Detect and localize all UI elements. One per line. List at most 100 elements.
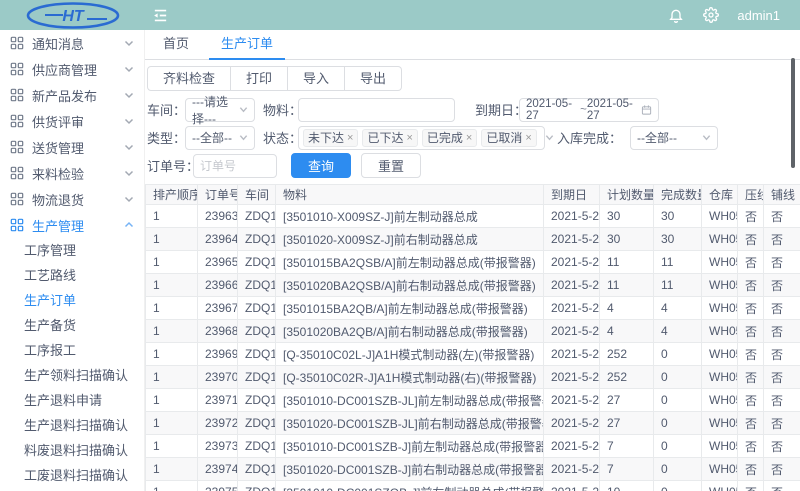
material-label: 物料：: [263, 100, 298, 119]
filter-row-2: 类型： --全部-- 状态： 未下达×已下达×已完成×已取消× 入库完成： --…: [147, 125, 800, 150]
sidebar-item-production-stock[interactable]: 生产备货: [0, 313, 144, 338]
sidebar-item-supplier-management[interactable]: 供应商管理: [0, 56, 144, 82]
table-cell: 30: [654, 228, 702, 251]
status-multiselect[interactable]: 未下达×已下达× 已完成×已取消×: [298, 126, 545, 150]
orders-table: 排产顺序订单号车间物料到期日计划数量完成数量仓库压线铺线 123963ZDQ13…: [145, 184, 800, 491]
tag-remove-icon[interactable]: ×: [406, 132, 412, 144]
sidebar-item-delivery-management[interactable]: 送货管理: [0, 134, 144, 160]
warehouse-done-select[interactable]: --全部--: [630, 126, 718, 150]
sidebar-item-supply-review[interactable]: 供货评审: [0, 108, 144, 134]
status-tag[interactable]: 已下达×: [362, 129, 417, 147]
sidebar-item-notices[interactable]: 通知消息: [0, 30, 144, 56]
tab-production-orders[interactable]: 生产订单: [205, 29, 289, 59]
due-date-label: 到期日：: [475, 100, 519, 119]
table-cell: 否: [764, 481, 800, 491]
material-check-button[interactable]: 齐料检查: [147, 66, 231, 91]
sidebar-item-process-route[interactable]: 工艺路线: [0, 263, 144, 288]
material-input[interactable]: [298, 98, 455, 122]
due-date-range-input[interactable]: 2021-05-27 ~ 2021-05-27: [519, 98, 659, 122]
table-cell: 否: [764, 297, 800, 320]
reset-button[interactable]: 重置: [361, 153, 421, 178]
chevron-down-icon: [239, 105, 248, 114]
table-row[interactable]: 123974ZDQ13[3501020-DC001SZB-J]前右制动器总成(带…: [146, 458, 800, 481]
table-cell: ZDQ13: [238, 481, 276, 491]
sidebar-item-production-picking-scan-confirm[interactable]: 生产领料扫描确认: [0, 363, 144, 388]
table-row[interactable]: 123966ZDQ13[3501020BA2QSB/A]前右制动器总成(带报警器…: [146, 274, 800, 297]
table-cell: 否: [764, 228, 800, 251]
table-cell: 4: [600, 297, 654, 320]
order-no-input[interactable]: [193, 154, 277, 178]
type-select[interactable]: --全部--: [185, 126, 255, 150]
status-tag[interactable]: 已取消×: [481, 129, 536, 147]
sidebar-item-process-management[interactable]: 工序管理: [0, 238, 144, 263]
tag-remove-icon[interactable]: ×: [525, 132, 531, 144]
workshop-label: 车间：: [147, 100, 185, 119]
chevron-down-icon: [545, 133, 554, 142]
filter-panel: 车间： ---请选择--- 物料： 到期日： 2021-05-27 ~ 2021…: [145, 97, 800, 181]
sidebar-item-new-product-release[interactable]: 新产品发布: [0, 82, 144, 108]
sidebar-item-production-orders[interactable]: 生产订单: [0, 288, 144, 313]
print-button[interactable]: 打印: [231, 66, 288, 91]
table-cell: 1: [146, 481, 198, 491]
table-row[interactable]: 123964ZDQ13[3501020-X009SZ-J]前右制动器总成2021…: [146, 228, 800, 251]
search-button[interactable]: 查询: [291, 153, 351, 178]
grid-icon: [10, 166, 24, 180]
table-row[interactable]: 123968ZDQ13[3501020BA2QB/A]前右制动器总成(带报警器)…: [146, 320, 800, 343]
sidebar-item-production-return-scan-confirm[interactable]: 生产退料扫描确认: [0, 413, 144, 438]
status-tag[interactable]: 未下达×: [303, 129, 358, 147]
table-cell: [Q-35010C02L-J]A1H模式制动器(左)(带报警器): [276, 343, 544, 366]
table-cell: 7: [600, 458, 654, 481]
status-tag[interactable]: 已完成×: [422, 129, 477, 147]
table-row[interactable]: 123975ZDQ13[3501010-DC001SZQB-J]前左制动器总成(…: [146, 481, 800, 491]
current-user[interactable]: admin1: [737, 8, 780, 23]
table-cell: 否: [738, 228, 764, 251]
table-row[interactable]: 123967ZDQ13[3501015BA2QB/A]前左制动器总成(带报警器)…: [146, 297, 800, 320]
vertical-scrollbar-thumb[interactable]: [791, 58, 795, 168]
table-cell: ZDQ13: [238, 366, 276, 389]
sidebar-item-logistics-returns[interactable]: 物流退货: [0, 186, 144, 212]
table-cell: 1: [146, 251, 198, 274]
table-row[interactable]: 123972ZDQ13[3501020-DC001SZB-JL]前右制动器总成(…: [146, 412, 800, 435]
table-cell: 否: [738, 435, 764, 458]
column-header: 排产顺序: [146, 185, 198, 205]
table-cell: ZDQ13: [238, 389, 276, 412]
tab-home[interactable]: 首页: [147, 29, 205, 59]
table-row[interactable]: 123965ZDQ13[3501015BA2QSB/A]前左制动器总成(带报警器…: [146, 251, 800, 274]
export-button[interactable]: 导出: [345, 66, 402, 91]
workshop-select[interactable]: ---请选择---: [185, 98, 255, 122]
sidebar-item-production-return-request[interactable]: 生产退料申请: [0, 388, 144, 413]
collapse-menu-icon[interactable]: [145, 0, 175, 30]
column-header: 完成数量: [654, 185, 702, 205]
sidebar-item-incoming-inspection[interactable]: 来料检验: [0, 160, 144, 186]
table-cell: 否: [738, 366, 764, 389]
tag-remove-icon[interactable]: ×: [466, 132, 472, 144]
bell-icon[interactable]: [667, 7, 684, 24]
table-cell: 30: [654, 205, 702, 228]
column-header: 物料: [276, 185, 544, 205]
table-cell: ZDQ13: [238, 251, 276, 274]
chevron-down-icon: [124, 142, 134, 152]
table-cell: 1: [146, 389, 198, 412]
table-row[interactable]: 123963ZDQ13[3501010-X009SZ-J]前左制动器总成2021…: [146, 205, 800, 228]
column-header: 车间: [238, 185, 276, 205]
table-row[interactable]: 123970ZDQ13[Q-35010C02R-J]A1H模式制动器(右)(带报…: [146, 366, 800, 389]
sidebar-item-process-scrap-return-scan-confirm[interactable]: 工废退料扫描确认: [0, 463, 144, 488]
table-row[interactable]: 123969ZDQ13[Q-35010C02L-J]A1H模式制动器(左)(带报…: [146, 343, 800, 366]
table-row[interactable]: 123971ZDQ13[3501010-DC001SZB-JL]前左制动器总成(…: [146, 389, 800, 412]
table-cell: 否: [764, 320, 800, 343]
sidebar-item-material-scrap-return-scan-confirm[interactable]: 料废退料扫描确认: [0, 438, 144, 463]
sidebar-item-process-reporting[interactable]: 工序报工: [0, 338, 144, 363]
orders-table-container: 排产顺序订单号车间物料到期日计划数量完成数量仓库压线铺线 123963ZDQ13…: [145, 184, 800, 491]
chevron-down-icon: [239, 133, 248, 142]
table-cell: 否: [764, 412, 800, 435]
sidebar-item-production-management[interactable]: 生产管理: [0, 212, 144, 238]
calendar-icon: [641, 104, 652, 116]
table-cell: 1: [146, 435, 198, 458]
gear-icon[interactable]: [702, 7, 719, 24]
table-row[interactable]: 123973ZDQ13[3501010-DC001SZB-J]前左制动器总成(带…: [146, 435, 800, 458]
chevron-down-icon: [124, 168, 134, 178]
tag-remove-icon[interactable]: ×: [347, 132, 353, 144]
table-cell: WH05: [702, 435, 738, 458]
import-button[interactable]: 导入: [288, 66, 345, 91]
table-cell: 30: [600, 205, 654, 228]
